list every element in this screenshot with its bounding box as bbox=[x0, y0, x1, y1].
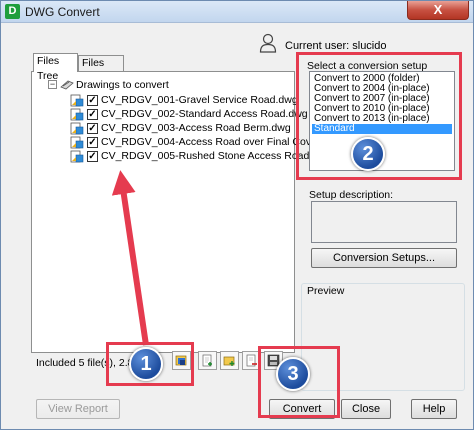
callout-1: 1 bbox=[129, 347, 163, 381]
tab-files-tree[interactable]: Files Tree bbox=[33, 53, 78, 82]
callout-3: 3 bbox=[276, 357, 310, 391]
callout-2: 2 bbox=[351, 137, 385, 171]
